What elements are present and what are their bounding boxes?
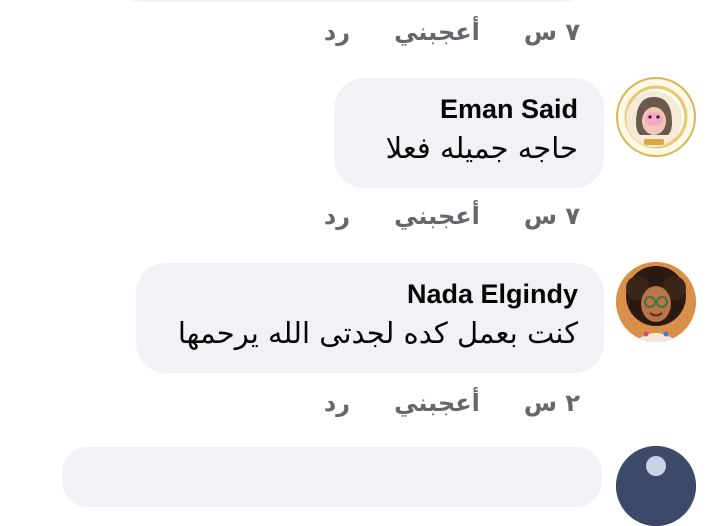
avatar-image: [626, 91, 682, 147]
like-button[interactable]: أعجبني: [394, 389, 480, 417]
comment-bubble: Eman Said حاجه جميله فعلا: [334, 78, 604, 188]
comment-timestamp[interactable]: ٢ س: [524, 389, 580, 417]
comment-author[interactable]: Nada Elgindy: [162, 277, 578, 311]
reply-button[interactable]: رد: [324, 18, 350, 46]
like-button[interactable]: أعجبني: [394, 202, 480, 230]
comment-timestamp[interactable]: ٧ س: [524, 202, 580, 230]
next-comment-bubble: [62, 447, 602, 507]
avatar[interactable]: [616, 446, 696, 526]
avatar[interactable]: [616, 262, 696, 342]
avatar-image: [616, 262, 696, 342]
like-button[interactable]: أعجبني: [394, 18, 480, 46]
reply-button[interactable]: رد: [324, 202, 350, 230]
comment-timestamp[interactable]: ٧ س: [524, 18, 580, 46]
avatar-image: [616, 446, 696, 526]
reply-button[interactable]: رد: [324, 389, 350, 417]
comment-bubble: Nada Elgindy كنت بعمل كده لجدتى الله يرح…: [136, 263, 604, 373]
comment-author[interactable]: Eman Said: [360, 92, 578, 126]
avatar[interactable]: [616, 77, 696, 157]
previous-comment-actions: ٧ س أعجبني رد: [324, 14, 580, 50]
comment-actions: ٢ س أعجبني رد: [324, 385, 580, 421]
comment-text: حاجه جميله فعلا: [385, 131, 578, 165]
previous-comment-bubble: [116, 0, 588, 2]
comment-text: كنت بعمل كده لجدتى الله يرحمها: [177, 316, 578, 350]
comment-actions: ٧ س أعجبني رد: [324, 198, 580, 234]
